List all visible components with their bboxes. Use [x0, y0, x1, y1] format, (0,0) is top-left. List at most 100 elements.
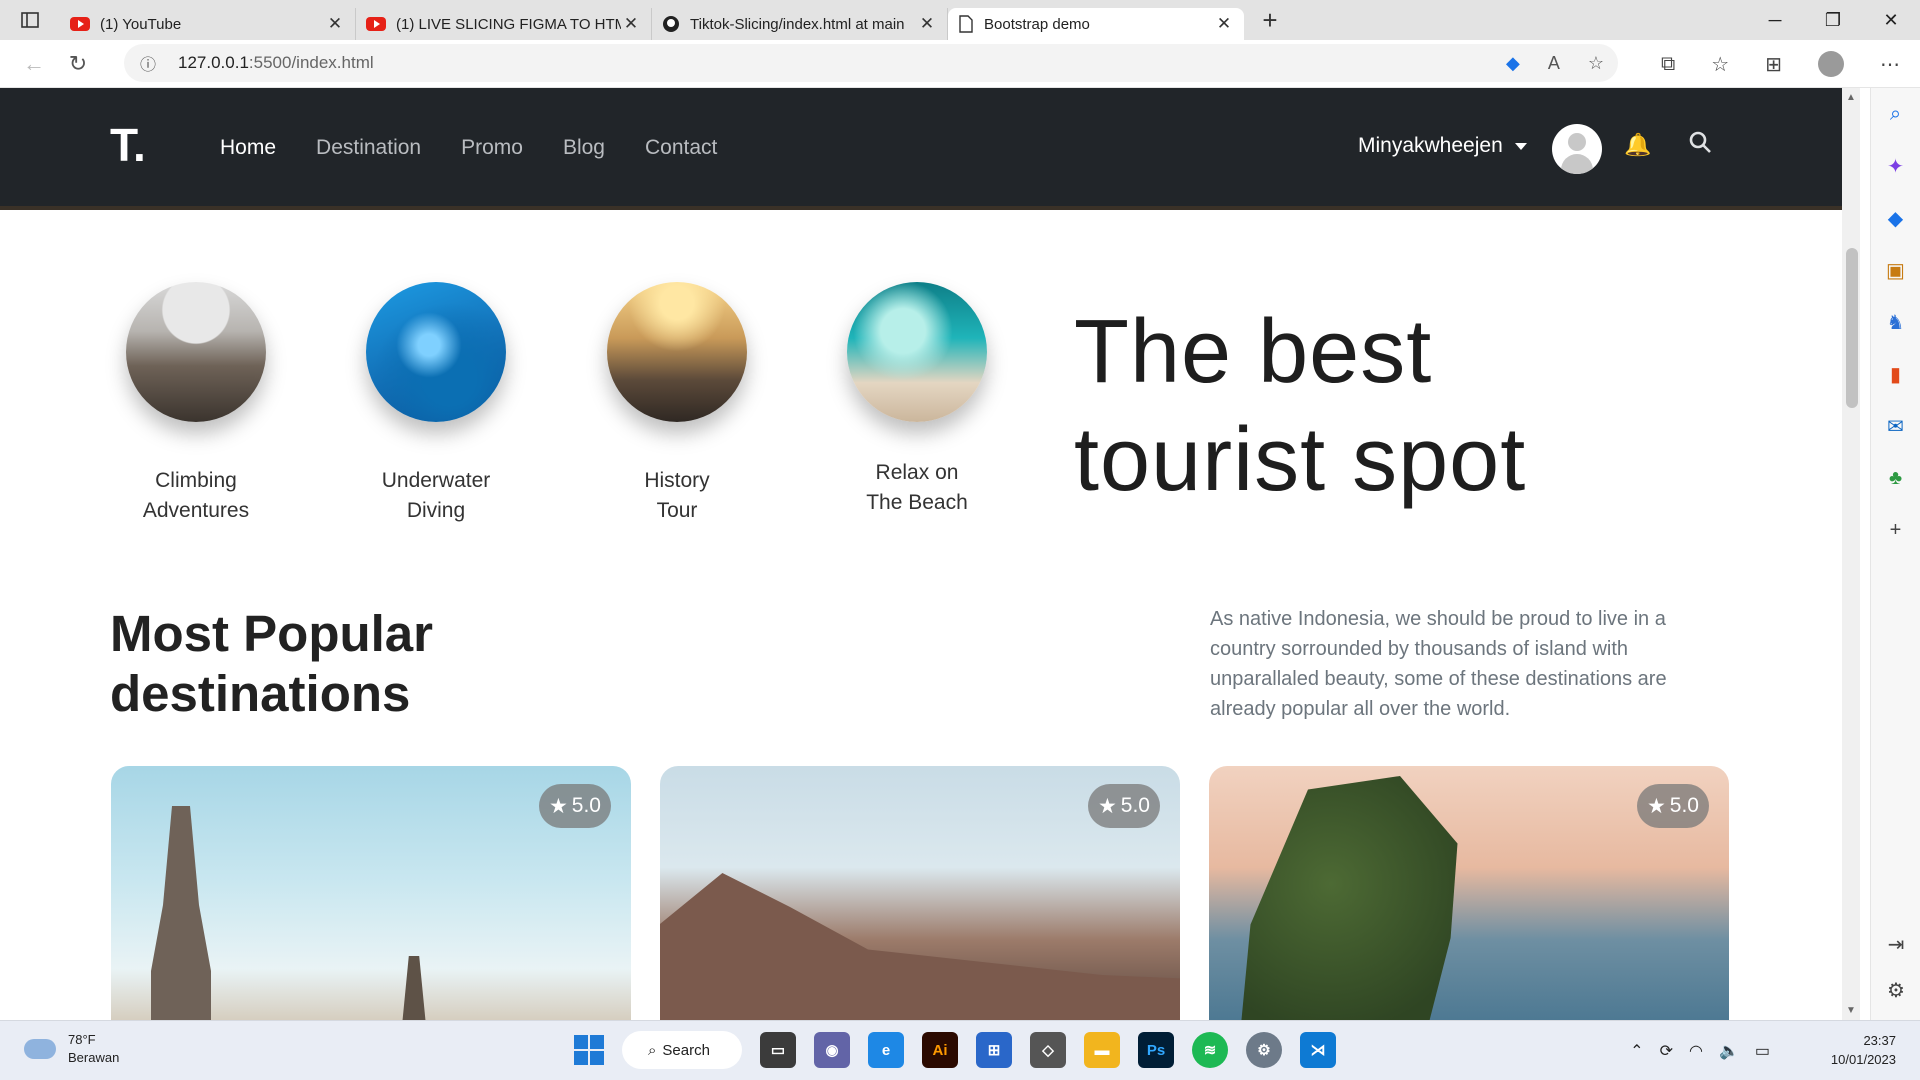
more-options-icon[interactable]: ⋯ [1880, 52, 1900, 77]
hero-title: The best tourist spot [1074, 298, 1526, 514]
card-image [660, 873, 1180, 1020]
destination-card[interactable]: ★ 5.0 [660, 766, 1180, 1020]
extensions-icon[interactable]: ⧉ [1661, 53, 1675, 76]
close-tab-icon[interactable]: ✕ [621, 14, 641, 34]
rating-value: 5.0 [571, 794, 601, 817]
windows-start-icon[interactable] [574, 1035, 604, 1065]
task-view-icon[interactable]: ▭ [760, 1032, 796, 1068]
scroll-up-icon[interactable]: ▲ [1842, 92, 1860, 103]
category-diving[interactable]: Underwater Diving [356, 282, 516, 526]
add-sidebar-app-icon[interactable]: + [1871, 504, 1920, 556]
copilot-icon[interactable]: ✦ [1871, 140, 1920, 192]
nav-contact[interactable]: Contact [645, 136, 717, 160]
url-path: :5500/index.html [248, 53, 374, 72]
user-dropdown[interactable]: Minyakwheejen [1358, 134, 1527, 158]
system-clock[interactable]: 23:37 10/01/2023 [1831, 1031, 1896, 1069]
page-scrollbar[interactable]: ▲ ▼ [1842, 88, 1860, 1020]
unity-icon[interactable]: ◇ [1030, 1032, 1066, 1068]
minimize-icon[interactable]: ─ [1746, 0, 1804, 40]
rating-badge: ★ 5.0 [1636, 784, 1709, 828]
popular-description: As native Indonesia, we should be proud … [1210, 608, 1667, 720]
weather-widget[interactable]: 78°F Berawan [24, 1031, 119, 1067]
popular-title-line2: destinations [110, 665, 411, 722]
category-label: Climbing Adventures [142, 469, 250, 522]
site-logo[interactable]: T. [110, 118, 146, 172]
nav-home[interactable]: Home [220, 136, 276, 160]
battery-icon[interactable]: ▭ [1755, 1041, 1770, 1061]
favorites-icon[interactable]: ☆ [1711, 52, 1729, 77]
close-tab-icon[interactable]: ✕ [325, 14, 345, 34]
vscode-icon[interactable]: ⋊ [1300, 1032, 1336, 1068]
refresh-icon[interactable]: ↻ [56, 44, 100, 84]
sidebar-search-icon[interactable]: ⌕ [1871, 88, 1920, 140]
popular-title-line1: Most Popular [110, 605, 434, 662]
edge-icon[interactable]: e [868, 1032, 904, 1068]
tab-github[interactable]: Tiktok-Slicing/index.html at main ✕ [652, 8, 948, 40]
destination-card[interactable]: ★ 5.0 [1209, 766, 1729, 1020]
games-icon[interactable]: ♞ [1871, 296, 1920, 348]
office-icon[interactable]: ▮ [1871, 348, 1920, 400]
category-history[interactable]: History Tour [597, 282, 757, 526]
shopping-icon[interactable]: ◆ [1871, 192, 1920, 244]
card-image [401, 956, 427, 1020]
document-icon [959, 15, 973, 33]
page-viewport: T. Home Destination Promo Blog Contact M… [0, 88, 1842, 1020]
nav-promo[interactable]: Promo [461, 136, 523, 160]
tools-icon[interactable]: ▣ [1871, 244, 1920, 296]
sidebar-settings-icon[interactable]: ⚙ [1871, 964, 1920, 1016]
destination-card[interactable]: ★ 5.0 [111, 766, 631, 1020]
settings-icon[interactable]: ⚙ [1246, 1032, 1282, 1068]
read-aloud-icon[interactable]: A [1548, 53, 1560, 74]
clock-date: 10/01/2023 [1830, 1052, 1896, 1067]
taskbar-search[interactable]: ⌕ Search [622, 1031, 742, 1069]
photoshop-icon[interactable]: Ps [1138, 1032, 1174, 1068]
tab-title: Bootstrap demo [984, 15, 1090, 33]
address-bar[interactable]: ⓘ 127.0.0.1:5500/index.html ◆ A ☆ [124, 44, 1618, 82]
category-climbing[interactable]: Climbing Adventures [116, 282, 276, 526]
scrollbar-thumb[interactable] [1846, 248, 1858, 408]
search-icon[interactable] [1688, 130, 1712, 154]
star-icon: ★ [548, 794, 568, 818]
chevron-up-icon[interactable]: ⌃ [1630, 1041, 1643, 1061]
tab-actions-button[interactable] [0, 0, 60, 40]
avatar[interactable] [1552, 124, 1602, 174]
wifi-icon[interactable]: ◠ [1689, 1041, 1703, 1061]
close-window-icon[interactable]: ✕ [1862, 0, 1920, 40]
tree-icon[interactable]: ♣ [1871, 452, 1920, 504]
browser-tab-bar: (1) YouTube ✕ (1) LIVE SLICING FIGMA TO … [0, 0, 1920, 40]
nav-destination[interactable]: Destination [316, 136, 421, 160]
volume-icon[interactable]: 🔈 [1719, 1041, 1739, 1061]
tab-bootstrap-demo[interactable]: Bootstrap demo ✕ [948, 8, 1244, 40]
back-icon[interactable]: ← [12, 44, 56, 84]
sync-icon[interactable]: ⟳ [1660, 1041, 1673, 1061]
hero-title-line1: The best [1074, 302, 1433, 402]
close-tab-icon[interactable]: ✕ [917, 14, 937, 34]
scroll-down-icon[interactable]: ▼ [1842, 1005, 1860, 1016]
url-host: 127.0.0.1 [178, 53, 249, 72]
teams-icon[interactable]: ◉ [814, 1032, 850, 1068]
new-tab-button[interactable]: + [1250, 5, 1290, 36]
tab-youtube[interactable]: (1) YouTube ✕ [60, 8, 356, 40]
address-bar-icons: ◆ A ☆ [1506, 44, 1604, 82]
tab-title: (1) LIVE SLICING FIGMA TO HTML [396, 15, 621, 33]
site-info-icon[interactable]: ⓘ [140, 51, 166, 75]
nav-blog[interactable]: Blog [563, 136, 605, 160]
illustrator-icon[interactable]: Ai [922, 1032, 958, 1068]
bell-icon[interactable]: 🔔 [1624, 132, 1651, 158]
tab-live-slicing[interactable]: (1) LIVE SLICING FIGMA TO HTML ✕ [356, 8, 652, 40]
outlook-icon[interactable]: ✉ [1871, 400, 1920, 452]
close-tab-icon[interactable]: ✕ [1214, 14, 1234, 34]
hide-sidebar-icon[interactable]: ⇥ [1871, 918, 1920, 970]
shopping-tag-icon[interactable]: ◆ [1506, 53, 1520, 74]
browser-toolbar-icons: ⧉ ☆ ⊞ ⋯ [1661, 40, 1900, 88]
profile-icon[interactable] [1818, 51, 1844, 77]
add-favorite-icon[interactable]: ☆ [1588, 53, 1604, 74]
store-icon[interactable]: ⊞ [976, 1032, 1012, 1068]
restore-icon[interactable]: ❐ [1804, 0, 1862, 40]
file-explorer-icon[interactable]: ▬ [1084, 1032, 1120, 1068]
windows-taskbar: 78°F Berawan ⌕ Search ▭ ◉ e Ai ⊞ ◇ ▬ Ps ≋… [0, 1020, 1920, 1080]
weather-condition: Berawan [68, 1050, 120, 1065]
category-beach[interactable]: Relax on The Beach [837, 282, 997, 518]
collections-icon[interactable]: ⊞ [1765, 52, 1782, 77]
spotify-icon[interactable]: ≋ [1192, 1032, 1228, 1068]
